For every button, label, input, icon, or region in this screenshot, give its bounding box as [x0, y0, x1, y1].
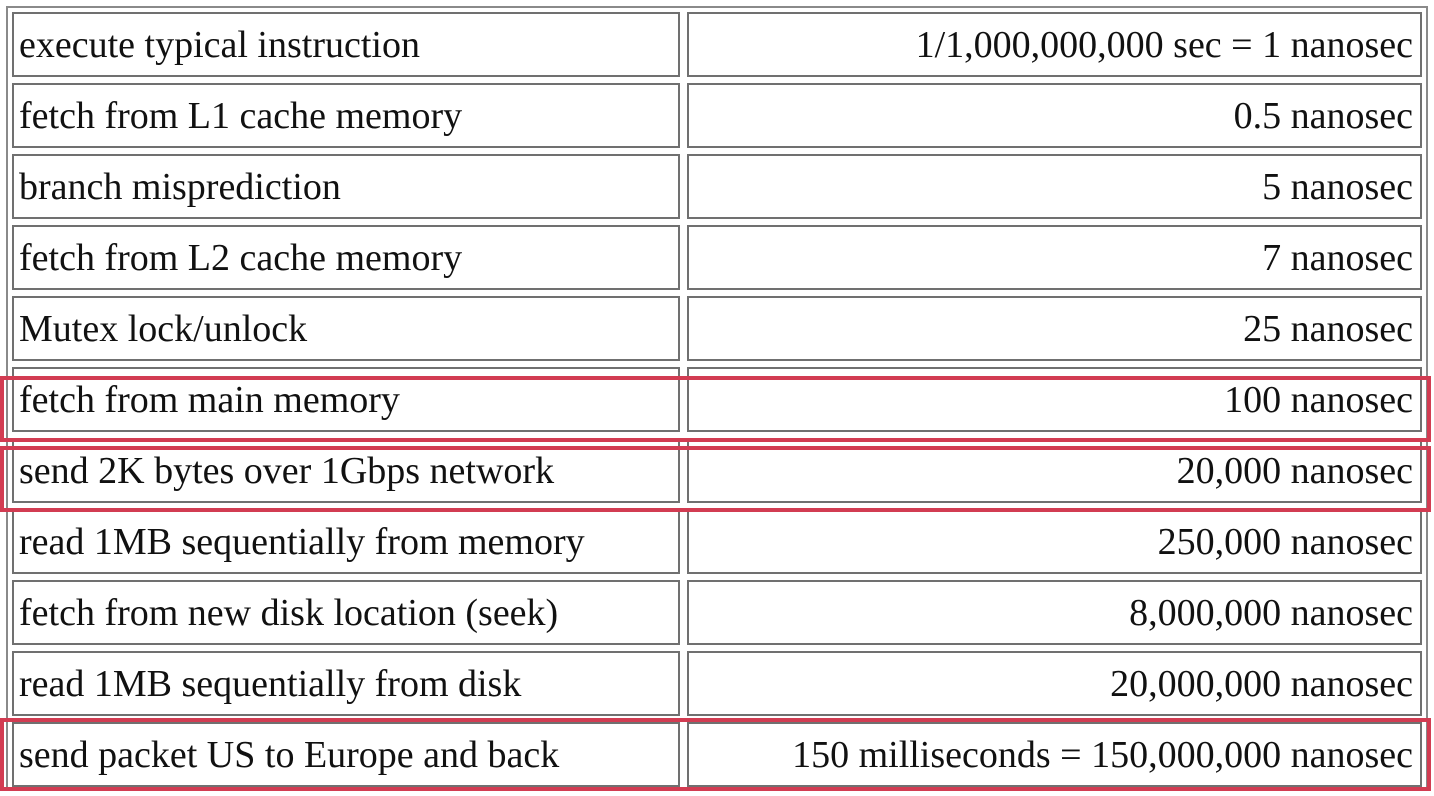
latency-cell: 20,000 nanosec — [687, 438, 1422, 503]
latency-cell: 8,000,000 nanosec — [687, 580, 1422, 645]
table-row: Mutex lock/unlock 25 nanosec — [12, 296, 1422, 361]
latency-table: execute typical instruction 1/1,000,000,… — [12, 12, 1422, 787]
table-row: send 2K bytes over 1Gbps network 20,000 … — [12, 438, 1422, 503]
latency-cell: 20,000,000 nanosec — [687, 651, 1422, 716]
table-row: fetch from new disk location (seek) 8,00… — [12, 580, 1422, 645]
operation-cell: Mutex lock/unlock — [12, 296, 680, 361]
table-row: branch misprediction 5 nanosec — [12, 154, 1422, 219]
latency-cell: 25 nanosec — [687, 296, 1422, 361]
latency-cell: 7 nanosec — [687, 225, 1422, 290]
operation-cell: send packet US to Europe and back — [12, 722, 680, 787]
latency-cell: 150 milliseconds = 150,000,000 nanosec — [687, 722, 1422, 787]
latency-cell: 5 nanosec — [687, 154, 1422, 219]
operation-cell: send 2K bytes over 1Gbps network — [12, 438, 680, 503]
table-row: fetch from main memory 100 nanosec — [12, 367, 1422, 432]
operation-cell: fetch from main memory — [12, 367, 680, 432]
table-row: read 1MB sequentially from disk 20,000,0… — [12, 651, 1422, 716]
operation-cell: read 1MB sequentially from memory — [12, 509, 680, 574]
operation-cell: execute typical instruction — [12, 12, 680, 77]
table-row: read 1MB sequentially from memory 250,00… — [12, 509, 1422, 574]
table-row: fetch from L1 cache memory 0.5 nanosec — [12, 83, 1422, 148]
latency-table-frame: execute typical instruction 1/1,000,000,… — [6, 6, 1428, 790]
operation-cell: fetch from L2 cache memory — [12, 225, 680, 290]
table-row: send packet US to Europe and back 150 mi… — [12, 722, 1422, 787]
operation-cell: branch misprediction — [12, 154, 680, 219]
latency-cell: 0.5 nanosec — [687, 83, 1422, 148]
latency-cell: 1/1,000,000,000 sec = 1 nanosec — [687, 12, 1422, 77]
latency-cell: 250,000 nanosec — [687, 509, 1422, 574]
table-row: fetch from L2 cache memory 7 nanosec — [12, 225, 1422, 290]
table-row: execute typical instruction 1/1,000,000,… — [12, 12, 1422, 77]
operation-cell: fetch from new disk location (seek) — [12, 580, 680, 645]
latency-cell: 100 nanosec — [687, 367, 1422, 432]
operation-cell: fetch from L1 cache memory — [12, 83, 680, 148]
operation-cell: read 1MB sequentially from disk — [12, 651, 680, 716]
